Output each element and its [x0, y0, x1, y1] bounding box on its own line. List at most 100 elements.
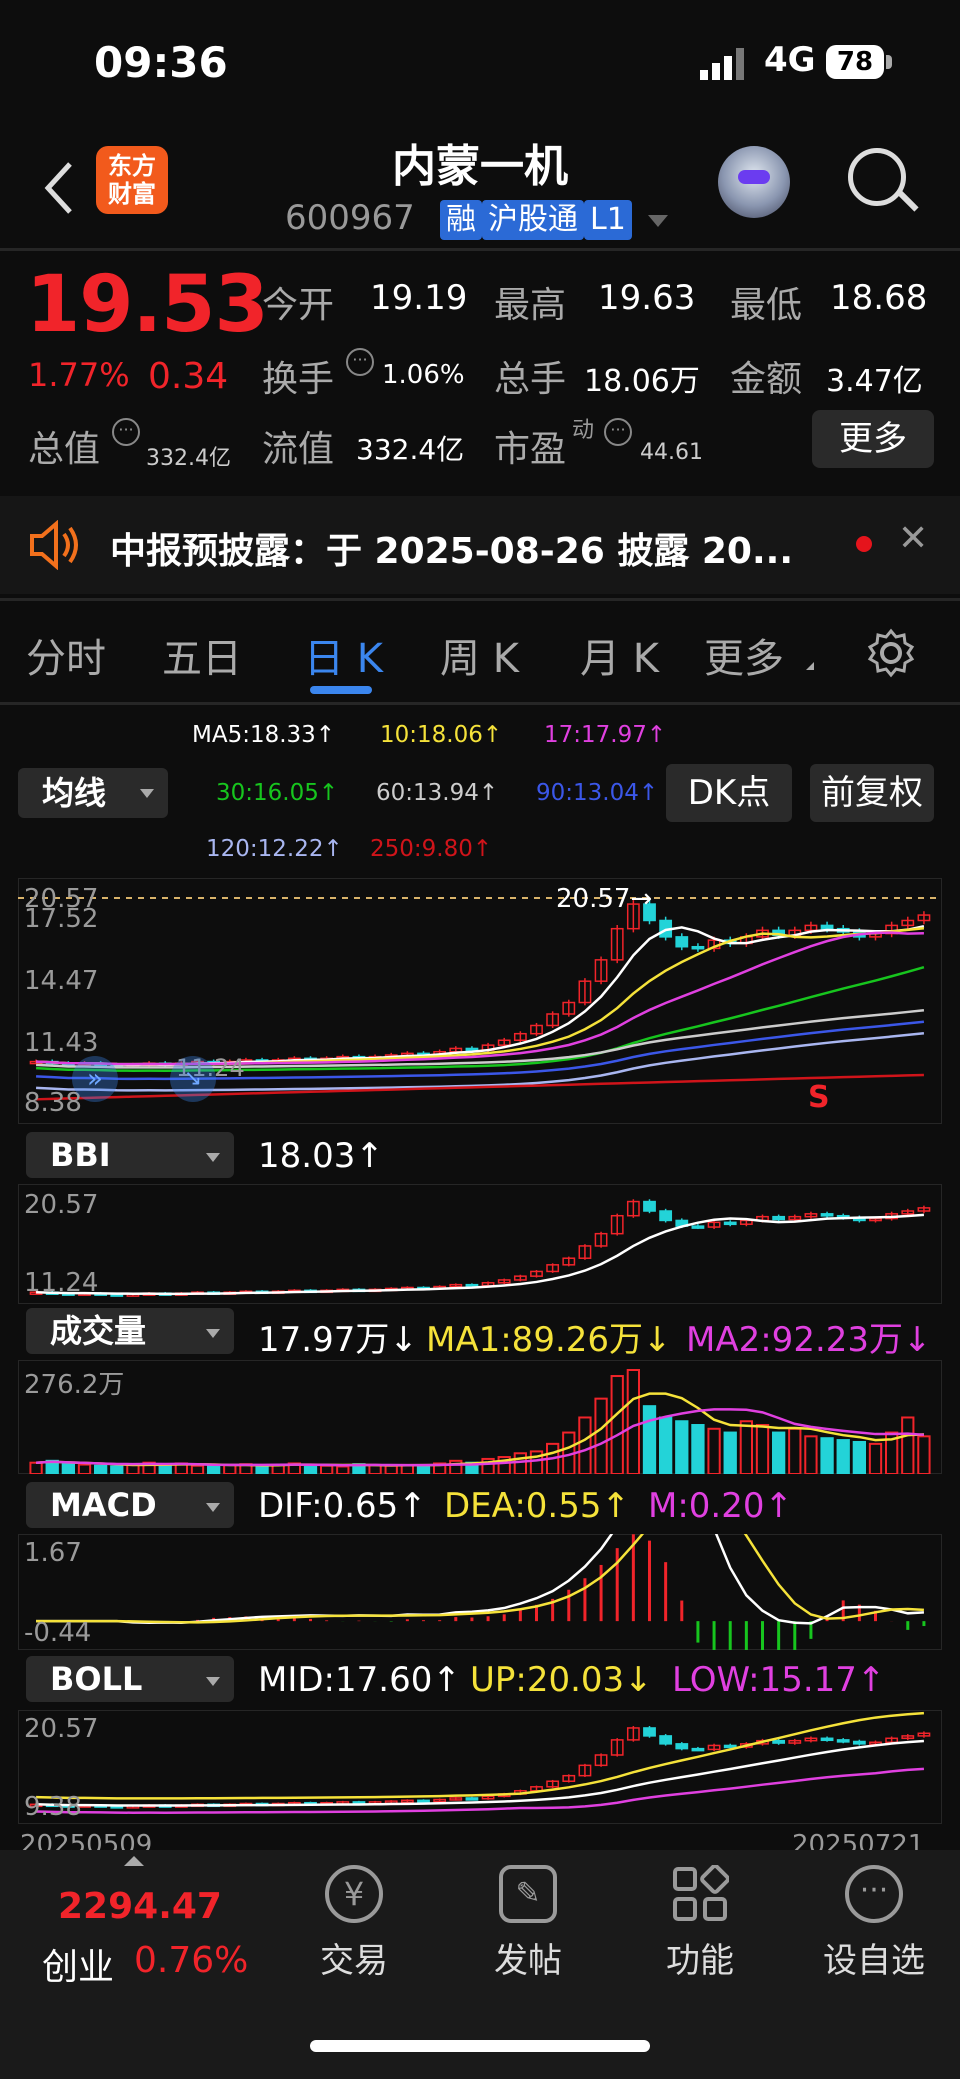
volume-bar	[255, 1464, 269, 1474]
volume-bar	[626, 1369, 641, 1474]
volume-ma1: MA1:89.26万↓	[426, 1320, 672, 1360]
macd-chart[interactable]	[18, 1534, 942, 1650]
close-icon[interactable]: ✕	[898, 518, 928, 559]
candle	[691, 945, 705, 950]
info-icon[interactable]: ···	[346, 348, 374, 376]
nav-trade[interactable]: ¥ 交易	[294, 1865, 414, 1982]
home-indicator[interactable]	[310, 2040, 650, 2052]
volume-value: 17.97万↓	[258, 1320, 418, 1360]
more-caret-icon	[806, 662, 814, 670]
volume-bar	[901, 1416, 915, 1474]
chevron-down-icon[interactable]	[648, 215, 668, 227]
volume-bar	[917, 1435, 931, 1474]
grid-icon	[673, 1865, 729, 1921]
volume-bar	[691, 1424, 705, 1474]
expand-up-icon[interactable]	[124, 1856, 144, 1866]
change-abs: 0.34	[148, 356, 229, 397]
tag-margin: 融	[440, 200, 482, 240]
nav-features-label: 功能	[666, 1941, 734, 1981]
tab-daily-k[interactable]: 日 K	[304, 626, 383, 684]
candle	[820, 1737, 834, 1742]
axis-label: 20.57	[24, 1190, 99, 1220]
tab-more[interactable]: 更多	[704, 626, 784, 684]
search-icon[interactable]	[848, 148, 906, 206]
nav-post[interactable]: ✎ 发帖	[468, 1865, 588, 1982]
dk-point-button[interactable]: DK点	[666, 764, 792, 822]
volume-bar	[852, 1440, 867, 1474]
notice-text[interactable]: 中报预披露：于 2025-08-26 披露 20...	[110, 522, 793, 574]
ma250-value: 250:9.80↑	[370, 836, 493, 862]
index-pct[interactable]: 0.76%	[134, 1940, 248, 1981]
axis-label: 14.47	[24, 966, 99, 996]
tab-weekly-k[interactable]: 周 K	[440, 626, 519, 684]
candle	[465, 1797, 479, 1801]
ma10-line	[36, 927, 925, 1066]
volume-bar	[788, 1427, 802, 1474]
mcap-label: 总值	[28, 429, 101, 470]
info-icon[interactable]: ···	[112, 418, 140, 446]
zoom-icon[interactable]: ↘	[170, 1056, 216, 1102]
boll-up: UP:20.03↓	[470, 1660, 653, 1700]
candle	[659, 1210, 673, 1222]
boll-selector[interactable]: BOLL	[26, 1656, 234, 1702]
tab-5day[interactable]: 五日	[162, 626, 242, 684]
volume-bar	[77, 1463, 92, 1474]
volume-value: 18.06万	[584, 364, 700, 399]
macd-dif: DIF:0.65↑	[258, 1486, 427, 1526]
status-time: 09:36	[94, 38, 228, 87]
unread-dot	[856, 536, 872, 552]
tab-monthly-k[interactable]: 月 K	[580, 626, 659, 684]
candle	[691, 1225, 705, 1229]
volume-bar	[739, 1420, 754, 1474]
volume-bar	[513, 1452, 528, 1474]
volume-selector[interactable]: 成交量	[26, 1308, 234, 1354]
axis-label: 20.57	[24, 1714, 99, 1744]
adjust-button[interactable]: 前复权	[810, 764, 934, 822]
kline-chart[interactable]	[18, 878, 942, 1124]
nav-trade-label: 交易	[320, 1941, 388, 1981]
macd-m: M:0.20↑	[648, 1486, 793, 1526]
tag-hk-connect: 沪股通	[482, 200, 584, 240]
nav-features[interactable]: 功能	[640, 1865, 760, 1982]
boll-up-line	[36, 1711, 925, 1800]
volume-chart[interactable]	[18, 1360, 942, 1474]
status-bar: 09:36 4G 78	[0, 0, 960, 120]
ma120-value: 120:12.22↑	[206, 836, 343, 862]
pe-sup: 动	[572, 418, 595, 443]
index-value[interactable]: 2294.47	[58, 1886, 222, 1927]
ma17-line	[36, 931, 924, 1066]
volume-bar	[336, 1465, 350, 1474]
volume-ma2: MA2:92.23万↓	[686, 1320, 932, 1360]
macd-selector[interactable]: MACD	[26, 1482, 234, 1528]
open-value: 19.19	[370, 278, 468, 318]
ma30-value: 30:16.05↑	[216, 780, 339, 806]
ma-selector[interactable]: 均线	[18, 768, 168, 818]
pe-value: 44.61	[640, 440, 703, 465]
index-name[interactable]: 创业	[42, 1938, 114, 1990]
divider	[0, 598, 960, 601]
tab-intraday[interactable]: 分时	[26, 626, 106, 684]
divider	[0, 248, 960, 251]
current-price: 19.53	[26, 260, 269, 350]
nav-watchlist[interactable]: ··· 设自选	[814, 1865, 934, 1982]
bbi-selector[interactable]: BBI	[26, 1132, 234, 1178]
turnover-label: 换手	[262, 359, 335, 400]
volume-bar	[126, 1463, 140, 1474]
candle	[820, 1213, 834, 1217]
expand-left-icon[interactable]: »	[72, 1056, 118, 1102]
info-icon[interactable]: ···	[604, 418, 632, 446]
ma5-line	[36, 925, 925, 1067]
volume-bar	[110, 1465, 124, 1474]
gear-icon[interactable]	[866, 628, 916, 678]
stock-code: 600967	[285, 198, 415, 238]
candle	[772, 1739, 786, 1744]
sell-signal: S	[808, 1080, 830, 1115]
edit-icon: ✎	[499, 1865, 557, 1923]
boll-chart[interactable]	[18, 1710, 942, 1824]
volume-bar	[658, 1416, 673, 1474]
candle	[820, 924, 834, 930]
axis-label: 9.38	[24, 1792, 82, 1822]
bbi-line	[36, 1213, 925, 1296]
more-button[interactable]: 更多	[812, 410, 934, 468]
bbi-chart[interactable]	[18, 1184, 942, 1304]
